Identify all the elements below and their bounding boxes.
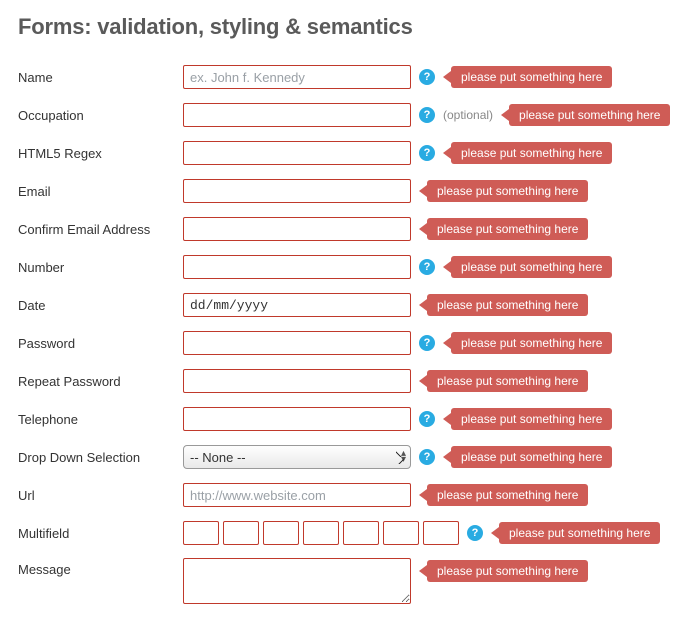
- row-confirm-email: Confirm Email Address please put somethi…: [18, 216, 679, 242]
- multifield-input[interactable]: [303, 521, 339, 545]
- occupation-input[interactable]: [183, 103, 411, 127]
- telephone-input[interactable]: [183, 407, 411, 431]
- label-repeat-password: Repeat Password: [18, 374, 183, 389]
- help-icon[interactable]: ?: [467, 525, 483, 541]
- error-bubble: please put something here: [451, 142, 612, 164]
- error-bubble: please put something here: [427, 180, 588, 202]
- date-input[interactable]: [183, 293, 411, 317]
- row-number: Number ? please put something here: [18, 254, 679, 280]
- row-dropdown: Drop Down Selection -- None -- ▴▾ ? plea…: [18, 444, 679, 470]
- dropdown-value: -- None --: [190, 450, 246, 465]
- url-input[interactable]: [183, 483, 411, 507]
- confirm-email-input[interactable]: [183, 217, 411, 241]
- repeat-password-input[interactable]: [183, 369, 411, 393]
- page-title: Forms: validation, styling & semantics: [18, 14, 679, 40]
- help-icon[interactable]: ?: [419, 69, 435, 85]
- optional-label: (optional): [443, 108, 493, 122]
- row-multifield: Multifield ? please put something here: [18, 520, 679, 546]
- label-number: Number: [18, 260, 183, 275]
- multifield-input[interactable]: [343, 521, 379, 545]
- label-date: Date: [18, 298, 183, 313]
- dropdown-select[interactable]: -- None -- ▴▾: [183, 445, 411, 469]
- multifield-input[interactable]: [223, 521, 259, 545]
- name-input[interactable]: [183, 65, 411, 89]
- row-url: Url please put something here: [18, 482, 679, 508]
- password-input[interactable]: [183, 331, 411, 355]
- message-textarea[interactable]: [183, 558, 411, 604]
- multifield-input[interactable]: [263, 521, 299, 545]
- regex-input[interactable]: [183, 141, 411, 165]
- error-bubble: please put something here: [451, 66, 612, 88]
- help-icon[interactable]: ?: [419, 259, 435, 275]
- number-input[interactable]: [183, 255, 411, 279]
- row-email: Email please put something here: [18, 178, 679, 204]
- error-bubble: please put something here: [427, 484, 588, 506]
- label-email: Email: [18, 184, 183, 199]
- label-regex: HTML5 Regex: [18, 146, 183, 161]
- error-bubble: please put something here: [509, 104, 670, 126]
- label-dropdown: Drop Down Selection: [18, 450, 183, 465]
- multifield-group: [183, 521, 459, 545]
- updown-icon: ▴▾: [401, 451, 406, 463]
- help-icon[interactable]: ?: [419, 107, 435, 123]
- help-icon[interactable]: ?: [419, 145, 435, 161]
- error-bubble: please put something here: [451, 256, 612, 278]
- help-icon[interactable]: ?: [419, 411, 435, 427]
- error-bubble: please put something here: [427, 560, 588, 582]
- row-occupation: Occupation ? (optional) please put somet…: [18, 102, 679, 128]
- error-bubble: please put something here: [427, 370, 588, 392]
- error-bubble: please put something here: [451, 446, 612, 468]
- label-occupation: Occupation: [18, 108, 183, 123]
- help-icon[interactable]: ?: [419, 449, 435, 465]
- row-name: Name ? please put something here: [18, 64, 679, 90]
- label-telephone: Telephone: [18, 412, 183, 427]
- label-confirm-email: Confirm Email Address: [18, 222, 183, 237]
- row-regex: HTML5 Regex ? please put something here: [18, 140, 679, 166]
- multifield-input[interactable]: [423, 521, 459, 545]
- row-date: Date please put something here: [18, 292, 679, 318]
- row-telephone: Telephone ? please put something here: [18, 406, 679, 432]
- label-multifield: Multifield: [18, 526, 183, 541]
- error-bubble: please put something here: [499, 522, 660, 544]
- error-bubble: please put something here: [451, 408, 612, 430]
- label-url: Url: [18, 488, 183, 503]
- label-message: Message: [18, 558, 183, 577]
- multifield-input[interactable]: [183, 521, 219, 545]
- label-password: Password: [18, 336, 183, 351]
- multifield-input[interactable]: [383, 521, 419, 545]
- row-password: Password ? please put something here: [18, 330, 679, 356]
- row-repeat-password: Repeat Password please put something her…: [18, 368, 679, 394]
- label-name: Name: [18, 70, 183, 85]
- row-message: Message please put something here: [18, 558, 679, 604]
- error-bubble: please put something here: [427, 294, 588, 316]
- error-bubble: please put something here: [451, 332, 612, 354]
- email-input[interactable]: [183, 179, 411, 203]
- help-icon[interactable]: ?: [419, 335, 435, 351]
- error-bubble: please put something here: [427, 218, 588, 240]
